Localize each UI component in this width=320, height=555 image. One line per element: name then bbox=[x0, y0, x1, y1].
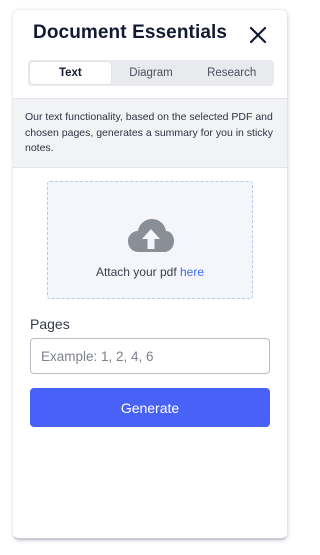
tab-research[interactable]: Research bbox=[191, 62, 272, 84]
panel-title: Document Essentials bbox=[33, 22, 228, 43]
pages-label: Pages bbox=[30, 316, 70, 332]
attach-instruction: Attach your pdf here bbox=[48, 265, 252, 279]
pages-input[interactable] bbox=[30, 338, 270, 374]
pdf-dropzone[interactable]: Attach your pdf here bbox=[47, 181, 253, 299]
close-icon bbox=[249, 26, 267, 44]
tab-diagram[interactable]: Diagram bbox=[111, 62, 192, 84]
mode-tabs: Text Diagram Research bbox=[28, 60, 274, 86]
tab-text[interactable]: Text bbox=[30, 62, 111, 84]
close-button[interactable] bbox=[247, 24, 269, 46]
attach-text: Attach your pdf bbox=[95, 265, 180, 279]
panel-header: Document Essentials bbox=[13, 10, 287, 58]
attach-here-link[interactable]: here bbox=[180, 265, 204, 279]
document-essentials-panel: Document Essentials Text Diagram Researc… bbox=[13, 10, 287, 540]
cloud-upload-icon bbox=[128, 219, 174, 252]
generate-button[interactable]: Generate bbox=[30, 388, 270, 427]
info-description: Our text functionality, based on the sel… bbox=[13, 98, 287, 168]
